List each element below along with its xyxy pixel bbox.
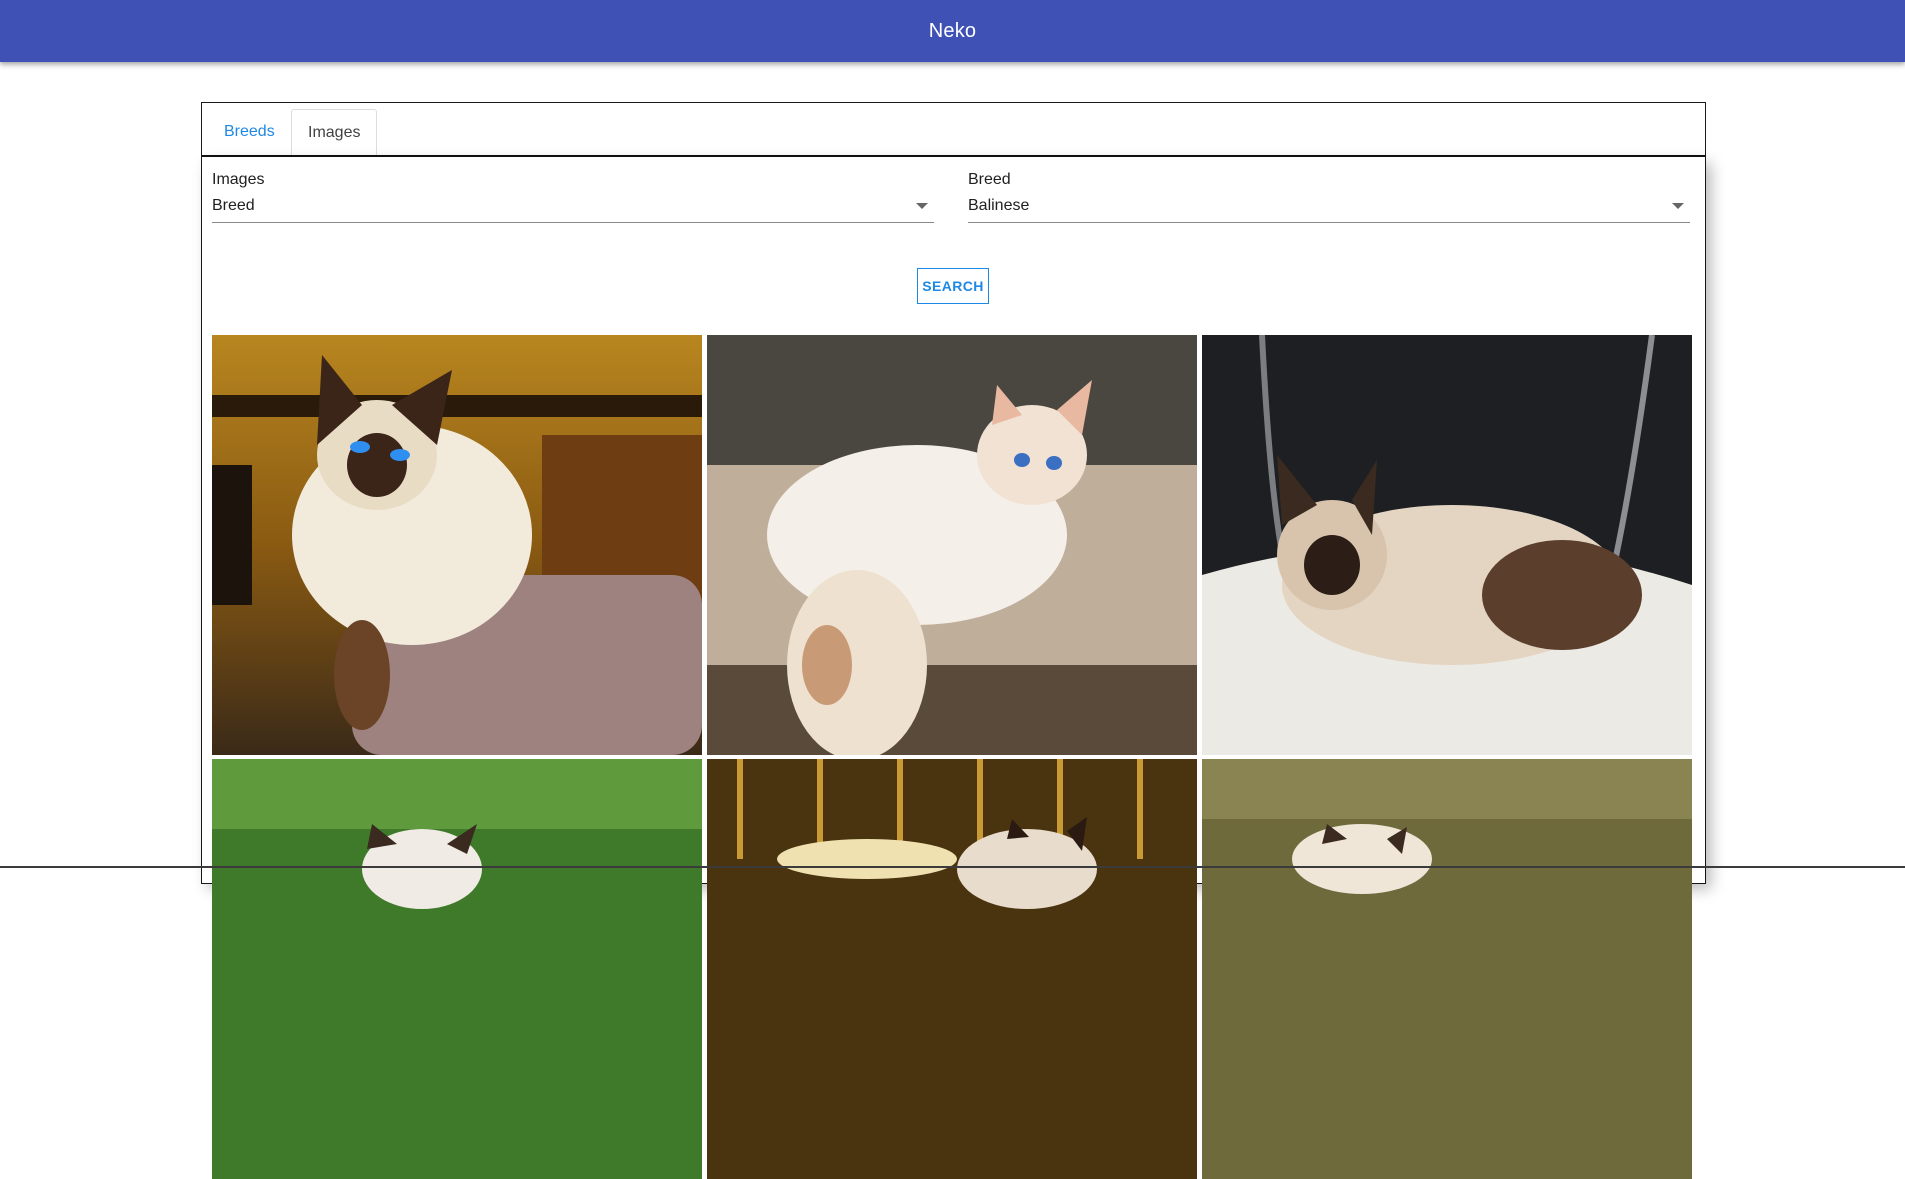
tab-images[interactable]: Images: [291, 109, 378, 155]
chevron-down-icon: [916, 203, 928, 209]
cat-photo-4: [212, 759, 702, 1179]
tab-breeds[interactable]: Breeds: [208, 109, 291, 154]
images-tab-content: Images Breed Breed Balinese SEARCH: [202, 157, 1705, 1179]
cat-image-5[interactable]: [707, 759, 1197, 1179]
breed-label: Breed: [968, 171, 1011, 188]
cat-image-1[interactable]: [212, 335, 702, 755]
chevron-down-icon: [1672, 203, 1684, 209]
cat-photo-1: [212, 335, 702, 755]
cat-photo-3: [1202, 335, 1692, 755]
breed-select[interactable]: Balinese: [968, 196, 1690, 223]
app-bar: Neko: [0, 0, 1905, 62]
breed-select-value: Balinese: [968, 197, 1030, 214]
mode-select-value: Breed: [212, 197, 255, 214]
search-button[interactable]: SEARCH: [917, 268, 989, 304]
tab-bar: Breeds Images: [202, 103, 1705, 157]
cat-photo-6: [1202, 759, 1692, 1179]
breed-field: Breed Balinese: [968, 169, 1690, 223]
mode-field: Images Breed: [212, 169, 934, 223]
mode-label: Images: [212, 171, 265, 188]
cat-photo-2: [707, 335, 1197, 755]
cat-photo-5: [707, 759, 1197, 1179]
mode-select[interactable]: Breed: [212, 196, 934, 223]
app-title: Neko: [928, 19, 977, 42]
cat-image-6[interactable]: [1202, 759, 1692, 1179]
main-panel: Breeds Images Images Breed Breed Balines…: [201, 102, 1706, 1179]
cat-image-3[interactable]: [1202, 335, 1692, 755]
cat-image-2[interactable]: [707, 335, 1197, 755]
cat-image-4[interactable]: [212, 759, 702, 1179]
